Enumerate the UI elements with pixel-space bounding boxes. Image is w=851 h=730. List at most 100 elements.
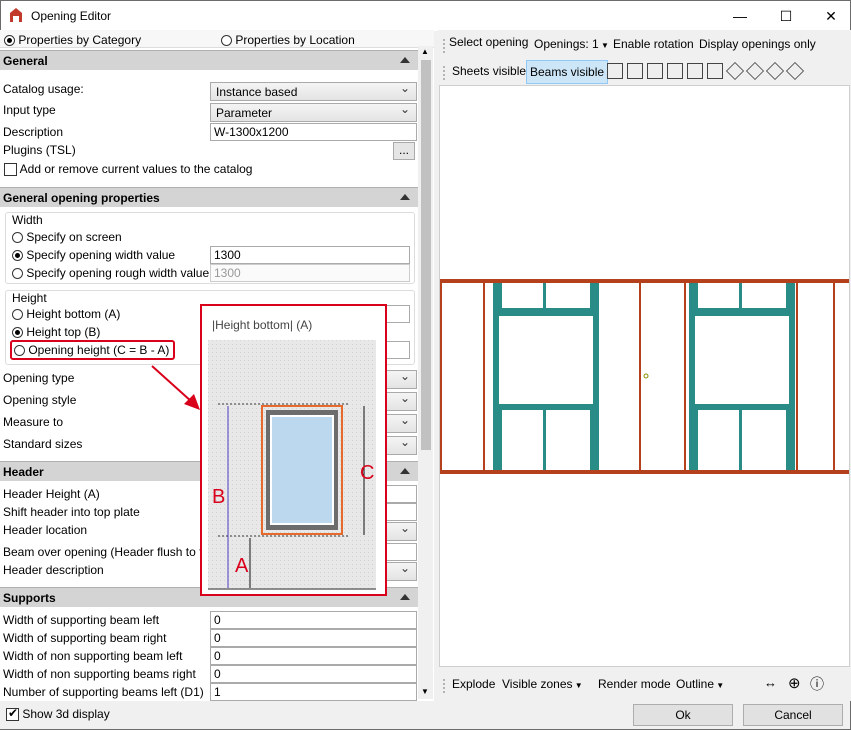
- 3d-preview-canvas[interactable]: [439, 85, 850, 667]
- num-left-input[interactable]: 1: [210, 683, 417, 701]
- select-opening-button[interactable]: Select opening: [449, 35, 528, 49]
- collapse-icon: [400, 468, 410, 474]
- view-front-icon[interactable]: [607, 63, 623, 79]
- info-icon[interactable]: ⓘ: [810, 674, 824, 694]
- height-group-label: Height: [12, 291, 47, 305]
- section-title: Header: [3, 465, 44, 479]
- height-top-radio[interactable]: Height top (B): [12, 325, 100, 339]
- view-right-icon[interactable]: [667, 63, 683, 79]
- description-label: Description: [3, 125, 64, 139]
- callout-arrow: [151, 365, 200, 410]
- width-group-label: Width: [12, 213, 43, 227]
- width-value-input[interactable]: 1300: [210, 246, 410, 264]
- toolbar-grip[interactable]: [443, 678, 445, 693]
- beam-over-opening-label: Beam over opening (Header flush to t: [3, 545, 203, 559]
- opening-type-label: Opening type: [3, 371, 75, 385]
- radio-icon: [4, 35, 15, 47]
- crosshair-icon[interactable]: ⊕: [788, 674, 801, 692]
- catalog-checkbox-label: Add or remove current values to the cata…: [19, 162, 253, 176]
- wn-left-input[interactable]: 0: [210, 647, 417, 665]
- ok-button[interactable]: Ok: [633, 704, 733, 726]
- beams-visible-button[interactable]: Beams visible: [526, 60, 609, 84]
- catalog-checkbox[interactable]: Add or remove current values to the cata…: [4, 162, 253, 177]
- radio-icon: [12, 268, 23, 280]
- shift-header-label: Shift header into top plate: [3, 505, 140, 519]
- opening-diagram: B A C: [208, 340, 376, 590]
- scroll-down-icon[interactable]: ▼: [421, 687, 429, 696]
- fit-width-icon[interactable]: ↔: [764, 675, 777, 690]
- sheets-visible-button[interactable]: Sheets visible: [452, 64, 526, 78]
- maximize-button[interactable]: ☐: [763, 1, 809, 31]
- plugins-label: Plugins (TSL): [3, 143, 76, 157]
- section-opening-header[interactable]: General opening properties: [0, 187, 418, 207]
- checkbox-icon: [4, 163, 17, 177]
- section-title: General opening properties: [3, 191, 160, 205]
- view-left-icon[interactable]: [647, 63, 663, 79]
- radio-icon: [12, 232, 23, 244]
- specify-width-radio[interactable]: Specify opening width value: [12, 248, 175, 262]
- tab-by-category[interactable]: Properties by Category: [4, 33, 141, 47]
- standard-sizes-label: Standard sizes: [3, 437, 83, 451]
- specify-on-screen-radio[interactable]: Specify on screen: [12, 230, 122, 244]
- height-top-label: Height top (B): [26, 325, 101, 339]
- view-iso-1-icon[interactable]: [725, 61, 745, 81]
- header-location-label: Header location: [3, 523, 88, 537]
- view-cube-icons: [607, 61, 807, 81]
- explode-button[interactable]: Explode: [452, 677, 495, 691]
- section-general-header[interactable]: General: [0, 50, 418, 70]
- catalog-usage-select[interactable]: Instance based: [210, 81, 417, 101]
- enable-rotation-button[interactable]: Enable rotation: [613, 37, 694, 51]
- specify-rough-label: Specify opening rough width value: [26, 266, 210, 280]
- wn-right-input[interactable]: 0: [210, 665, 417, 683]
- description-input[interactable]: W-1300x1200: [210, 123, 417, 141]
- cancel-button[interactable]: Cancel: [743, 704, 843, 726]
- show-3d-checkbox[interactable]: ✔ Show 3d display: [6, 706, 110, 722]
- opening-height-radio[interactable]: Opening height (C = B - A): [10, 340, 176, 360]
- measure-to-label: Measure to: [3, 415, 64, 429]
- display-openings-only-button[interactable]: Display openings only: [699, 37, 816, 51]
- collapse-icon: [400, 194, 410, 200]
- help-tooltip-title: |Height bottom| (A): [212, 318, 313, 332]
- scroll-up-icon[interactable]: ▲: [421, 47, 429, 56]
- wn-right-label: Width of non supporting beams right: [3, 667, 196, 681]
- view-top-icon[interactable]: [687, 63, 703, 79]
- render-mode-dropdown[interactable]: Outline ▼: [676, 677, 724, 691]
- show-3d-label: Show 3d display: [22, 707, 110, 721]
- minimize-button[interactable]: —: [717, 1, 763, 31]
- close-button[interactable]: ✕: [808, 1, 851, 31]
- view-iso-3-icon[interactable]: [765, 61, 785, 81]
- view-back-icon[interactable]: [627, 63, 643, 79]
- tab-by-location-label: Properties by Location: [235, 33, 355, 47]
- openings-dropdown[interactable]: Openings: 1 ▼: [534, 37, 609, 51]
- label-a: A: [235, 555, 249, 577]
- title-bar: Opening Editor — ☐ ✕: [1, 1, 850, 31]
- height-bottom-radio[interactable]: Height bottom (A): [12, 307, 120, 321]
- opening-height-label: Opening height (C = B - A): [28, 343, 170, 357]
- input-type-label: Input type: [3, 103, 56, 117]
- rough-width-input[interactable]: 1300: [210, 264, 410, 282]
- specify-rough-radio[interactable]: Specify opening rough width value: [12, 266, 209, 280]
- view-iso-2-icon[interactable]: [745, 61, 765, 81]
- wn-left-label: Width of non supporting beam left: [3, 649, 183, 663]
- toolbar-grip[interactable]: [443, 65, 445, 80]
- app-icon: [10, 8, 22, 22]
- toolbar-grip[interactable]: [443, 38, 445, 53]
- radio-icon: [221, 35, 232, 47]
- help-tooltip: |Height bottom| (A) B A C: [200, 304, 387, 596]
- visible-zones-dropdown[interactable]: Visible zones ▼: [502, 677, 583, 691]
- window-title: Opening Editor: [31, 9, 112, 23]
- toolbar-select: Select opening Openings: 1 ▼ Enable rota…: [440, 31, 849, 59]
- scrollbar-thumb[interactable]: [421, 60, 431, 450]
- label-c: C: [360, 462, 374, 484]
- view-bottom-icon[interactable]: [707, 63, 723, 79]
- header-description-label: Header description: [3, 563, 104, 577]
- tab-by-location[interactable]: Properties by Location: [221, 33, 355, 47]
- num-left-label: Number of supporting beams left (D1): [3, 685, 204, 699]
- view-iso-4-icon[interactable]: [785, 61, 805, 81]
- tab-by-category-label: Properties by Category: [18, 33, 142, 47]
- radio-icon: [12, 309, 23, 321]
- w-right-input[interactable]: 0: [210, 629, 417, 647]
- input-type-select[interactable]: Parameter: [210, 102, 417, 122]
- plugins-browse-button[interactable]: ...: [393, 142, 415, 160]
- w-left-input[interactable]: 0: [210, 611, 417, 629]
